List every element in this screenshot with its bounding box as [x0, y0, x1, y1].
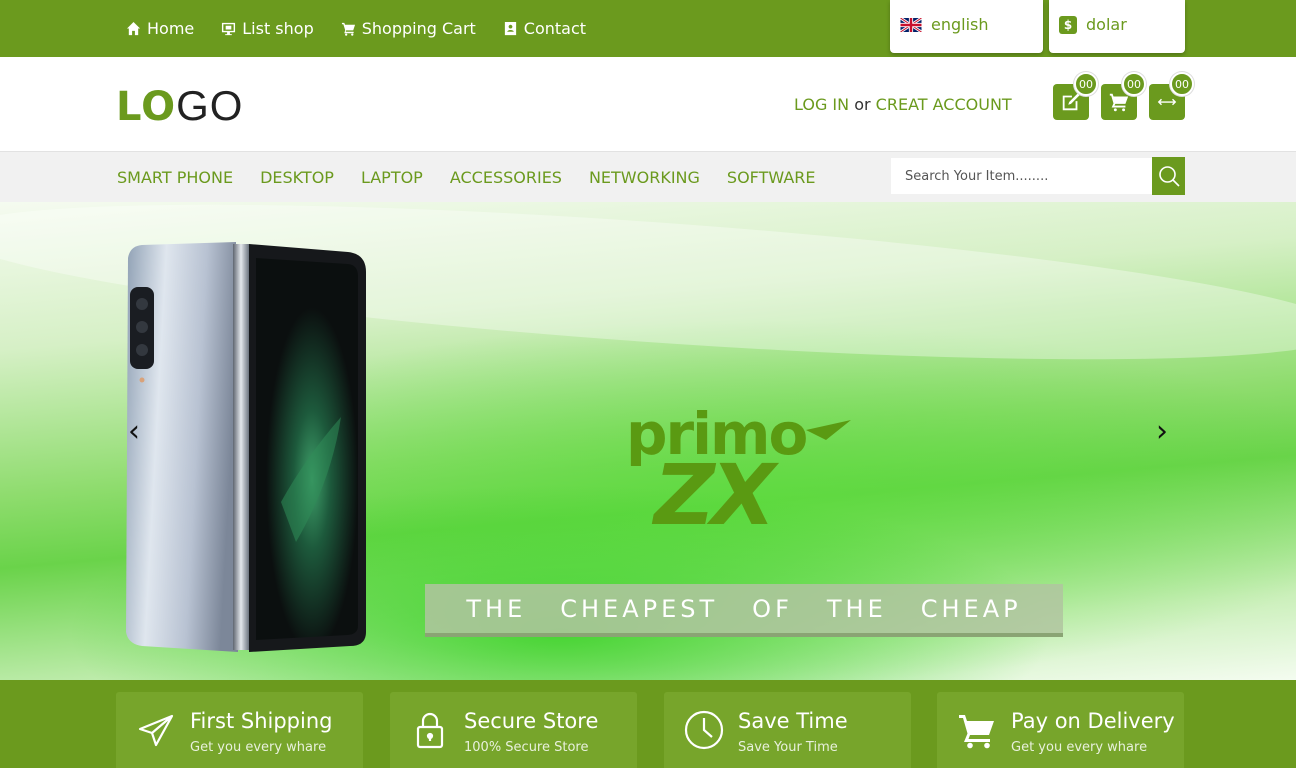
- nav-contact-link[interactable]: Contact: [503, 19, 586, 38]
- edit-icon: [1062, 93, 1080, 111]
- slider-next-arrow[interactable]: ›: [1156, 414, 1168, 449]
- tagline-word: THE: [466, 594, 527, 623]
- dollar-icon: $: [1059, 16, 1077, 34]
- tagline-word: CHEAP: [920, 594, 1022, 623]
- category-desktop[interactable]: DESKTOP: [260, 168, 334, 187]
- nav-shopping-cart-link[interactable]: Shopping Cart: [341, 19, 476, 38]
- nav-contact-label: Contact: [523, 19, 587, 38]
- auth-links: LOG IN or CREAT ACCOUNT: [794, 95, 1012, 114]
- feature-title: Save Time: [738, 709, 848, 733]
- clock-icon: [684, 710, 724, 750]
- monitor-icon: [222, 22, 236, 36]
- feature-first-shipping: First Shipping Get you every whare: [116, 692, 363, 768]
- cart-count-badge: 00: [1122, 72, 1146, 96]
- top-bar: Home List shop Shopping Cart Contact eng…: [0, 0, 1296, 57]
- nav-home-link[interactable]: Home: [126, 19, 194, 38]
- search-button[interactable]: [1152, 157, 1185, 195]
- lock-icon: [416, 712, 444, 749]
- currency-select[interactable]: $ dolar: [1049, 0, 1185, 53]
- language-select[interactable]: english: [890, 0, 1043, 53]
- tagline-word: THE: [826, 594, 887, 623]
- paper-plane-icon: [138, 714, 174, 747]
- primo-zx-brand: primo ZX: [626, 400, 851, 536]
- feature-pay-on-delivery: Pay on Delivery Get you every whare: [937, 692, 1184, 768]
- compare-icon: [1157, 98, 1177, 106]
- language-value: english: [931, 15, 989, 34]
- category-networking[interactable]: NETWORKING: [589, 168, 700, 187]
- slider-prev-arrow[interactable]: ‹: [128, 414, 140, 449]
- nav-shopping-cart-label: Shopping Cart: [361, 19, 476, 38]
- cart-icon: [959, 715, 994, 749]
- brand-accent-icon: [806, 420, 851, 440]
- wishlist-button[interactable]: 00: [1053, 72, 1098, 120]
- tagline-word: OF: [752, 594, 793, 623]
- logo-part-1: LO: [116, 84, 177, 130]
- contact-icon: [504, 21, 516, 36]
- category-accessories[interactable]: ACCESSORIES: [450, 168, 562, 187]
- feature-subtitle: Get you every whare: [190, 740, 327, 755]
- auth-or-text: or: [854, 95, 871, 114]
- feature-title: Secure Store: [464, 709, 599, 733]
- logo[interactable]: LOGO: [116, 82, 244, 130]
- feature-title: First Shipping: [190, 709, 333, 733]
- category-smart-phone[interactable]: SMART PHONE: [117, 168, 233, 187]
- nav-home-label: Home: [147, 19, 195, 38]
- wishlist-count-badge: 00: [1074, 72, 1098, 96]
- category-laptop[interactable]: LAPTOP: [361, 168, 423, 187]
- login-link[interactable]: LOG IN: [794, 95, 849, 114]
- category-nav: SMART PHONE DESKTOP LAPTOP ACCESSORIES N…: [117, 152, 815, 202]
- foldable-phone-image: [126, 242, 366, 652]
- site-header: LOGO LOG IN or CREAT ACCOUNT 00 00 00: [0, 57, 1296, 151]
- cart-button[interactable]: 00: [1101, 72, 1146, 120]
- hero-banner: ‹ › primo ZX THE CHEAPEST OF THE CHEAP: [0, 202, 1296, 680]
- features-strip: First Shipping Get you every whare Secur…: [0, 680, 1296, 768]
- category-bar: SMART PHONE DESKTOP LAPTOP ACCESSORIES N…: [0, 151, 1296, 202]
- home-icon: [126, 21, 141, 36]
- logo-part-2: GO: [176, 82, 244, 129]
- uk-flag-icon: [900, 18, 922, 32]
- feature-subtitle: Get you every whare: [1011, 740, 1148, 755]
- cart-icon: [1109, 93, 1129, 112]
- nav-list-shop-label: List shop: [242, 19, 314, 38]
- feature-save-time: Save Time Save Your Time: [664, 692, 911, 768]
- category-software[interactable]: SOFTWARE: [727, 168, 816, 187]
- feature-subtitle: 100% Secure Store: [464, 740, 589, 755]
- feature-subtitle: Save Your Time: [738, 740, 838, 755]
- compare-count-badge: 00: [1170, 72, 1194, 96]
- tagline-word: CHEAPEST: [560, 594, 719, 623]
- search-icon: [1158, 166, 1180, 187]
- brand-line-2: ZX: [651, 446, 780, 536]
- compare-button[interactable]: 00: [1149, 72, 1194, 120]
- register-link[interactable]: CREAT ACCOUNT: [876, 95, 1012, 114]
- top-nav: Home List shop Shopping Cart Contact: [126, 0, 586, 57]
- nav-list-shop-link[interactable]: List shop: [221, 19, 314, 38]
- cart-icon: [341, 22, 355, 36]
- currency-value: dolar: [1086, 15, 1127, 34]
- banner-tagline: THE CHEAPEST OF THE CHEAP: [425, 584, 1063, 637]
- feature-title: Pay on Delivery: [1011, 709, 1175, 733]
- search-input[interactable]: [891, 158, 1152, 194]
- feature-secure-store: Secure Store 100% Secure Store: [390, 692, 637, 768]
